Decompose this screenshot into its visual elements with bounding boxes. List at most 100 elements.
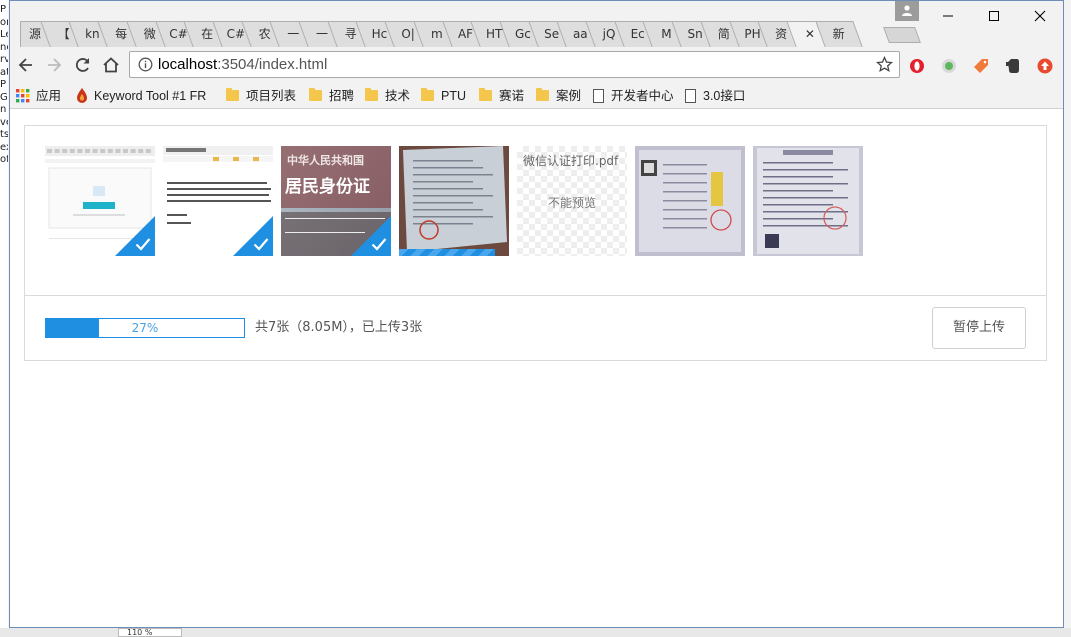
background-text-fragment: ts xyxy=(0,129,8,140)
tab[interactable]: PH xyxy=(738,21,768,47)
file-upload-progress xyxy=(399,249,495,256)
bookmark-item[interactable]: 3.0接口 xyxy=(685,87,745,105)
tab[interactable]: aa xyxy=(565,21,595,47)
tab[interactable]: C# xyxy=(221,21,251,47)
bookmark-item[interactable]: 技术 xyxy=(365,87,410,105)
tab[interactable]: 新 xyxy=(824,21,854,47)
file-thumbnail[interactable] xyxy=(399,146,509,256)
tab-close-icon[interactable]: ✕ xyxy=(805,27,815,41)
tab[interactable]: Hc xyxy=(364,21,394,47)
bookmark-star-icon[interactable] xyxy=(876,56,893,73)
background-text-fragment: n xyxy=(0,104,7,115)
tab-label: HT xyxy=(486,27,503,41)
reload-icon xyxy=(75,58,90,72)
id-card-header-text: 中华人民共和国 xyxy=(287,154,364,167)
bookmark-item[interactable]: 招聘 xyxy=(309,87,354,105)
upload-status-bar: 27% 共7张（8.05M），已上传3张 暂停上传 xyxy=(25,297,1046,360)
upload-progress-bar: 27% xyxy=(45,318,245,338)
home-button[interactable] xyxy=(101,55,121,75)
bookmark-label: 应用 xyxy=(36,89,62,103)
tab[interactable]: m xyxy=(422,21,452,47)
tab[interactable]: jQ xyxy=(594,21,624,47)
bookmark-label: 案例 xyxy=(556,89,582,103)
tab[interactable]: 一 xyxy=(307,21,337,47)
file-thumbnail[interactable] xyxy=(635,146,745,256)
tab-label: Se xyxy=(544,27,560,41)
bookmark-label: 开发者中心 xyxy=(611,89,674,103)
tab-label: 一 xyxy=(287,27,300,41)
reload-button[interactable] xyxy=(73,55,93,75)
bookmark-item[interactable]: PTU xyxy=(421,87,466,105)
browser-toolbar: localhost:3504/index.html xyxy=(10,47,1063,83)
bookmark-item[interactable]: Keyword Tool #1 FR xyxy=(76,87,206,105)
address-bar[interactable]: localhost:3504/index.html xyxy=(129,51,900,78)
opera-extension-icon[interactable] xyxy=(909,58,925,74)
upload-extension-icon[interactable] xyxy=(1037,58,1053,74)
home-icon xyxy=(103,57,119,73)
file-thumbnail[interactable]: 微信认证打印.pdf 不能预览 xyxy=(517,146,627,256)
file-thumbnail[interactable] xyxy=(163,146,273,256)
background-text-fragment: P xyxy=(0,79,7,90)
tab-label: m xyxy=(430,27,443,41)
browser-window: 源 【 kn 每 微 C# 在 C# 农 一 一 寻 Hc O| m AF HT Gc Se aa jQ Ec M Sn 简 PH… xyxy=(9,0,1064,628)
id-card-title-text: 居民身份证 xyxy=(285,177,370,197)
background-text-fragment: ex xyxy=(0,141,8,153)
tab[interactable]: AF xyxy=(451,21,481,47)
folder-icon xyxy=(479,88,492,101)
green-dot-extension-icon[interactable] xyxy=(941,58,957,74)
tab[interactable]: O| xyxy=(393,21,423,47)
forward-button[interactable] xyxy=(44,55,64,75)
tab[interactable]: 【 xyxy=(49,21,79,47)
folder-icon xyxy=(365,88,378,101)
bookmark-item[interactable]: 开发者中心 xyxy=(593,87,674,105)
tab-list: 源 【 kn 每 微 C# 在 C# 农 一 一 寻 Hc O| m AF HT Gc Se aa jQ Ec M Sn 简 PH… xyxy=(10,1,1063,47)
tab-label: 简 xyxy=(717,27,730,41)
file-thumbnail[interactable] xyxy=(753,146,863,256)
tab[interactable]: 寻 xyxy=(336,21,366,47)
tab[interactable]: M xyxy=(651,21,681,47)
page-icon xyxy=(685,89,696,103)
tab[interactable]: HT xyxy=(479,21,509,47)
info-icon[interactable] xyxy=(138,57,153,72)
tag-extension-icon[interactable] xyxy=(973,58,989,74)
tab[interactable]: 简 xyxy=(709,21,739,47)
folder-icon xyxy=(536,88,549,101)
tab[interactable]: 源 xyxy=(20,21,54,47)
file-name: 微信认证打印.pdf xyxy=(523,154,619,168)
tab-active[interactable]: ✕ xyxy=(795,21,825,47)
tab[interactable]: 每 xyxy=(106,21,136,47)
bookmark-item[interactable]: 案例 xyxy=(536,87,581,105)
tab[interactable]: Sn xyxy=(680,21,710,47)
background-text-fragment: of xyxy=(0,154,8,165)
tab[interactable]: 农 xyxy=(250,21,280,47)
tab[interactable]: 一 xyxy=(278,21,308,47)
bookmark-label: 项目列表 xyxy=(246,89,297,103)
url-text[interactable]: localhost:3504/index.html xyxy=(158,56,327,73)
forward-arrow-icon xyxy=(48,58,62,72)
tab[interactable]: Se xyxy=(537,21,567,47)
tab[interactable]: C# xyxy=(164,21,194,47)
tab[interactable]: Gc xyxy=(508,21,538,47)
back-button[interactable] xyxy=(16,55,36,75)
evernote-extension-icon[interactable] xyxy=(1005,58,1021,74)
tab[interactable]: 资 xyxy=(766,21,796,47)
file-thumbnail[interactable]: 中华人民共和国居民身份证 xyxy=(281,146,391,256)
tab-label: 微 xyxy=(143,27,156,41)
bookmark-item[interactable]: 应用 xyxy=(16,87,61,105)
page-icon xyxy=(593,89,604,103)
folder-icon xyxy=(309,88,322,101)
tab-label: PH xyxy=(744,27,761,41)
uploaded-check-icon xyxy=(253,238,269,251)
pause-upload-button[interactable]: 暂停上传 xyxy=(932,307,1026,349)
tab-label: Sn xyxy=(687,27,703,41)
bookmark-item[interactable]: 项目列表 xyxy=(226,87,296,105)
tab[interactable]: 在 xyxy=(192,21,222,47)
background-text-fragment: Le xyxy=(0,29,8,40)
file-thumbnail[interactable] xyxy=(45,146,155,256)
folder-icon xyxy=(421,88,434,101)
tab-label: 每 xyxy=(115,27,128,41)
bookmark-item[interactable]: 赛诺 xyxy=(479,87,524,105)
tab[interactable]: 微 xyxy=(135,21,165,47)
tab[interactable]: kn xyxy=(77,21,107,47)
tab[interactable]: Ec xyxy=(623,21,653,47)
